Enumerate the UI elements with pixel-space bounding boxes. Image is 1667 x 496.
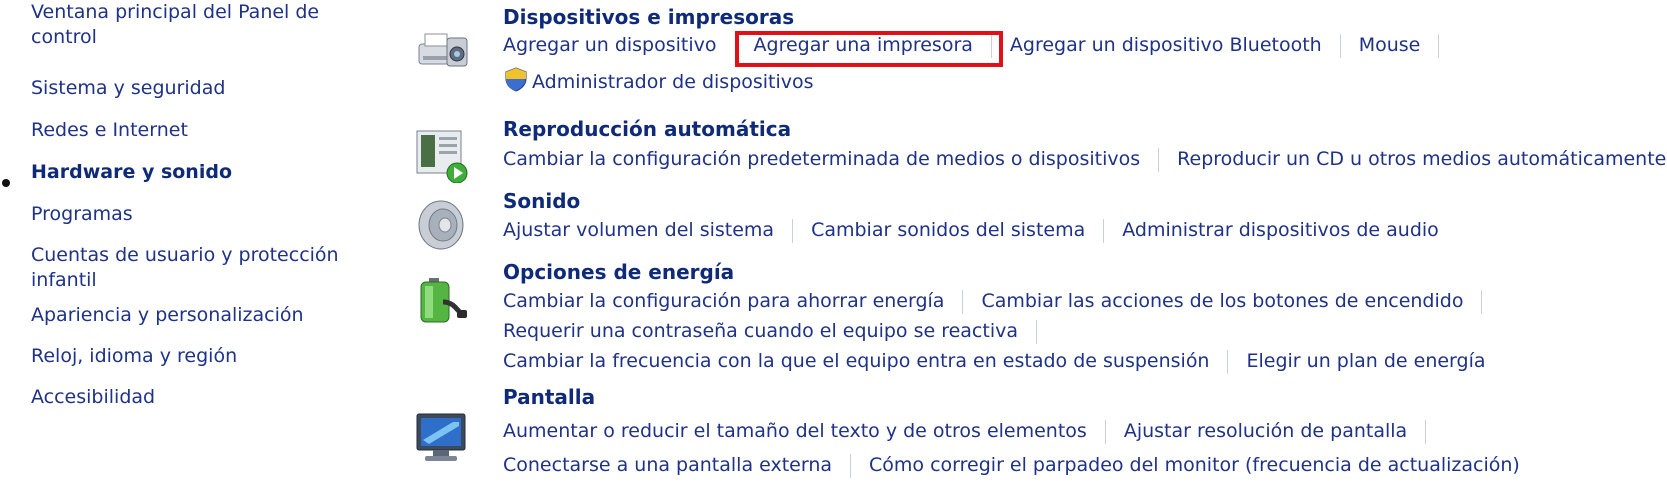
display-links-row-1: Aumentar o reducir el tamaño del texto y… [503,418,1444,444]
device-manager-link[interactable]: Administrador de dispositivos [532,69,814,95]
autoplay-cd-link[interactable]: Reproducir un CD u otros medios automáti… [1177,146,1666,172]
change-system-sounds-link[interactable]: Cambiar sonidos del sistema [811,217,1085,243]
link-separator [1158,147,1160,172]
sidebar-item-hardware-sound[interactable]: Hardware y sonido [31,160,361,185]
sound-title[interactable]: Sonido [503,189,580,213]
choose-power-plan-link[interactable]: Elegir un plan de energía [1246,348,1485,374]
link-separator [792,218,794,243]
sidebar-item-user-accounts[interactable]: Cuentas de usuario y protección infantil [31,243,361,293]
add-device-link[interactable]: Agregar un dispositivo [503,32,717,58]
uac-shield-icon [503,66,529,99]
link-separator [1103,218,1105,243]
sidebar: Ventana principal del Panel de control S… [0,0,390,496]
autoplay-title[interactable]: Reproducción automática [503,117,791,141]
fix-monitor-flicker-link[interactable]: Cómo corregir el parpadeo del monitor (f… [869,452,1520,478]
battery-plug-icon[interactable] [413,272,469,328]
power-links-row-3: Cambiar la frecuencia con la que el equi… [503,348,1486,374]
sidebar-item-control-panel-home[interactable]: Ventana principal del Panel de control [31,0,361,50]
power-options-title[interactable]: Opciones de energía [503,260,734,284]
link-separator [1339,33,1341,58]
devices-printers-links-row-2: Administrador de dispositivos [503,66,814,99]
sidebar-item-appearance[interactable]: Apariencia y personalización [31,303,361,328]
autoplay-icon[interactable] [413,127,469,184]
monitor-icon[interactable] [413,410,469,466]
link-separator [1104,419,1106,444]
link-separator [1036,319,1037,344]
power-links-row-1: Cambiar la configuración para ahorrar en… [503,288,1500,314]
mouse-link[interactable]: Mouse [1359,32,1421,58]
adjust-volume-link[interactable]: Ajustar volumen del sistema [503,217,774,243]
change-sleep-frequency-link[interactable]: Cambiar la frecuencia con la que el equi… [503,348,1209,374]
sidebar-item-system-security[interactable]: Sistema y seguridad [31,76,361,101]
power-buttons-actions-link[interactable]: Cambiar las acciones de los botones de e… [981,288,1463,314]
link-separator [1227,349,1229,374]
sidebar-item-network-internet[interactable]: Redes e Internet [31,118,361,143]
current-category-bullet [2,179,10,187]
speaker-icon[interactable] [413,197,469,253]
link-separator [1481,289,1483,314]
display-title[interactable]: Pantalla [503,385,595,409]
autoplay-links-row: Cambiar la configuración predeterminada … [503,146,1666,172]
connect-external-display-link[interactable]: Conectarse a una pantalla externa [503,452,832,478]
sidebar-item-programs[interactable]: Programas [31,202,361,227]
printer-camera-icon[interactable] [413,18,469,74]
adjust-resolution-link[interactable]: Ajustar resolución de pantalla [1124,418,1407,444]
manage-audio-devices-link[interactable]: Administrar dispositivos de audio [1122,217,1439,243]
link-separator [850,453,852,478]
sound-links-row: Ajustar volumen del sistema Cambiar sonid… [503,217,1439,243]
sidebar-item-accessibility[interactable]: Accesibilidad [31,385,361,410]
sidebar-item-clock-language[interactable]: Reloj, idioma y región [31,344,361,369]
link-separator [1438,33,1440,58]
require-password-wake-link[interactable]: Requerir una contraseña cuando el equipo… [503,318,1018,344]
link-separator [1425,419,1427,444]
power-links-row-2: Requerir una contraseña cuando el equipo… [503,318,1055,344]
power-saving-settings-link[interactable]: Cambiar la configuración para ahorrar en… [503,288,944,314]
display-links-row-2: Conectarse a una pantalla externa Cómo co… [503,452,1520,478]
link-separator [962,289,964,314]
highlight-box [735,31,1003,67]
add-bluetooth-device-link[interactable]: Agregar un dispositivo Bluetooth [1010,32,1322,58]
change-media-defaults-link[interactable]: Cambiar la configuración predeterminada … [503,146,1140,172]
devices-printers-title[interactable]: Dispositivos e impresoras [503,5,794,29]
resize-text-link[interactable]: Aumentar o reducir el tamaño del texto y… [503,418,1087,444]
